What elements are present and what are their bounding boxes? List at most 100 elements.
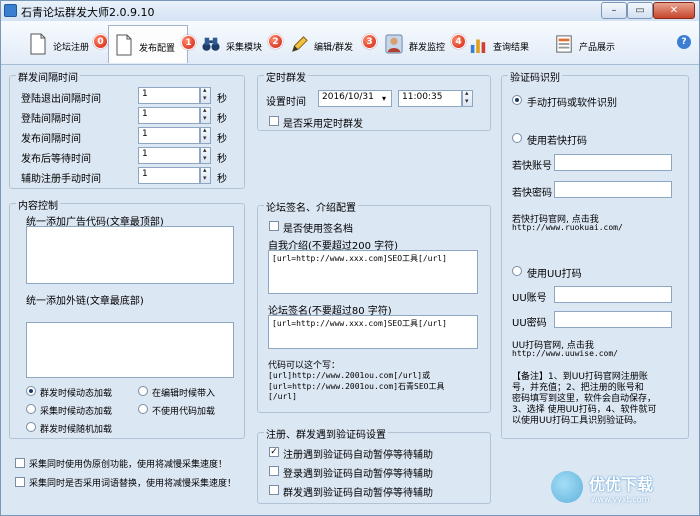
captcha-group: 验证码识别 手动打码或软件识别 使用若快打码 若快账号 若快密码 若快打码官网,… (501, 69, 689, 439)
interval-unit: 秒 (217, 174, 227, 185)
code-hint-line: [url=http://www.2001ou.com]石青SEO工具 (268, 382, 445, 391)
document-icon (30, 33, 46, 55)
captcha-manual-label: 手动打码或软件识别 (527, 98, 617, 109)
interval-input[interactable]: 1 (138, 107, 200, 124)
tab-collect-badge: 2 (268, 34, 283, 49)
maximize-button[interactable]: ▭ (627, 2, 653, 19)
rk-url-link[interactable]: http://www.ruokuai.com/ (512, 223, 623, 232)
schedule-time-spinner[interactable] (462, 89, 473, 107)
chevron-down-icon[interactable]: ▾ (378, 92, 390, 105)
schedule-date-value: 2016/10/31 (322, 92, 374, 102)
interval-spinner[interactable] (200, 126, 211, 144)
pause-register-label: 注册遇到验证码自动暂停等待辅助 (283, 450, 433, 461)
pause-login-label: 登录遇到验证码自动暂停等待辅助 (283, 469, 433, 480)
captcha-manual-radio[interactable] (512, 95, 522, 105)
rk-password-input[interactable] (554, 181, 672, 198)
interval-spinner[interactable] (200, 86, 211, 104)
uu-password-input[interactable] (554, 311, 672, 328)
load-radio[interactable] (26, 404, 36, 414)
load-radio[interactable] (26, 422, 36, 432)
load-radio-label: 采集时候动态加载 (40, 407, 113, 417)
use-signature-label: 是否使用签名档 (283, 224, 353, 235)
help-icon[interactable]: ? (677, 35, 691, 49)
interval-unit: 秒 (217, 134, 227, 145)
watermark-url: www.yyxt.com (591, 495, 650, 504)
captcha-title: 验证码识别 (508, 69, 562, 84)
tab-products[interactable]: 产品展示 (549, 25, 635, 63)
content-title: 内容控制 (16, 197, 60, 212)
watermark: 优优下载 www.yyxt.com (551, 469, 691, 509)
load-radio-label: 群发时候动态加载 (40, 389, 113, 399)
interval-unit: 秒 (217, 114, 227, 125)
load-radio-label: 不使用代码加载 (152, 407, 216, 417)
use-signature-checkbox[interactable] (269, 221, 279, 231)
load-radio-label: 群发时候随机加载 (40, 425, 113, 435)
tab-publish-config[interactable]: 发布配置 1 (108, 25, 196, 63)
captcha-note-line: 以使用UU打码工具识别验证码。 (512, 416, 643, 426)
tab-collect-label: 采集模块 (226, 43, 263, 53)
tab-edit-send-label: 编辑/群发 (314, 43, 354, 53)
interval-spinner[interactable] (200, 146, 211, 164)
binoculars-icon (202, 37, 220, 51)
title-bar[interactable]: 石青论坛群发大师2.0.9.10 – ▭ ✕ (1, 1, 699, 21)
catalog-icon (556, 35, 572, 53)
captcha-uu-label: 使用UU打码 (527, 269, 582, 280)
signature-group: 论坛签名、介绍配置 是否使用签名档 自我介绍(不要超过200 字符) [url=… (257, 199, 491, 413)
synonym-label: 采集同时是否采用词语替换，使用将减慢采集速度！ (29, 479, 237, 489)
main-panel: 群发间隔时间 登陆退出间隔时间 1 秒 登陆间隔时间 1 秒 发布间隔时间 1 … (1, 65, 699, 515)
interval-unit: 秒 (217, 154, 227, 165)
tab-collect[interactable]: 采集模块 2 (196, 25, 283, 63)
tab-register-badge: 0 (93, 34, 108, 49)
uu-account-input[interactable] (554, 286, 672, 303)
uu-url-link[interactable]: http://www.uuwise.com/ (512, 349, 618, 358)
interval-input[interactable]: 1 (138, 147, 200, 164)
rk-account-input[interactable] (554, 154, 672, 171)
load-radio[interactable] (138, 386, 148, 396)
ad-code-textarea[interactable] (26, 226, 234, 284)
schedule-time-input[interactable]: 11:00:35 (398, 90, 462, 107)
tab-register[interactable]: 论坛注册 0 (23, 25, 108, 63)
link-code-textarea[interactable] (26, 322, 234, 378)
interval-spinner[interactable] (200, 166, 211, 184)
tab-edit-send-badge: 3 (362, 34, 377, 49)
captcha-pause-title: 注册、群发遇到验证码设置 (264, 426, 388, 441)
tab-monitor[interactable]: 群发监控 4 (379, 25, 466, 63)
pause-register-checkbox[interactable]: ✓ (269, 447, 279, 457)
tab-register-label: 论坛注册 (53, 43, 90, 53)
tab-edit-send[interactable]: 编辑/群发 3 (284, 25, 377, 63)
synonym-checkbox[interactable] (15, 477, 25, 487)
pause-send-checkbox[interactable] (269, 485, 279, 495)
load-radio[interactable] (26, 386, 36, 396)
sig-textarea[interactable]: [url=http://www.xxx.com]SEO工具[/url] (268, 315, 478, 349)
interval-group: 群发间隔时间 登陆退出间隔时间 1 秒 登陆间隔时间 1 秒 发布间隔时间 1 … (9, 69, 245, 189)
pseudo-original-checkbox[interactable] (15, 458, 25, 468)
schedule-group: 定时群发 设置时间 2016/10/31 ▾ 11:00:35 是否采用定时群发 (257, 69, 491, 131)
load-radio[interactable] (138, 404, 148, 414)
pause-send-label: 群发遇到验证码自动暂停等待辅助 (283, 488, 433, 499)
intro-textarea[interactable]: [url=http://www.xxx.com]SEO工具[/url] (268, 250, 478, 294)
toolbar: 论坛注册 0 发布配置 1 采集模块 2 编辑/群发 3 群发监控 4 查询结果 (1, 21, 699, 65)
interval-input[interactable]: 1 (138, 167, 200, 184)
interval-title: 群发间隔时间 (16, 69, 80, 84)
bar-chart-icon (470, 39, 486, 53)
close-button[interactable]: ✕ (653, 2, 695, 19)
tab-results[interactable]: 查询结果 (463, 25, 545, 63)
pencil-icon (291, 36, 308, 52)
schedule-enable-label: 是否采用定时群发 (283, 119, 363, 130)
captcha-uu-radio[interactable] (512, 266, 522, 276)
document-icon (116, 34, 132, 56)
code-hint-line: [url]http://www.2001ou.com[/url]或 (268, 371, 431, 380)
interval-label: 辅助注册手动时间 (21, 174, 101, 185)
interval-unit: 秒 (217, 94, 227, 105)
watermark-logo-icon (551, 471, 583, 503)
interval-input[interactable]: 1 (138, 87, 200, 104)
schedule-enable-checkbox[interactable] (269, 116, 279, 126)
interval-label: 发布后等待时间 (21, 154, 91, 165)
interval-input[interactable]: 1 (138, 127, 200, 144)
window-title: 石青论坛群发大师2.0.9.10 (21, 6, 155, 19)
minimize-button[interactable]: – (601, 2, 627, 19)
pause-login-checkbox[interactable] (269, 466, 279, 476)
schedule-date-picker[interactable]: 2016/10/31 ▾ (318, 90, 392, 107)
captcha-ruokuai-radio[interactable] (512, 133, 522, 143)
interval-spinner[interactable] (200, 106, 211, 124)
